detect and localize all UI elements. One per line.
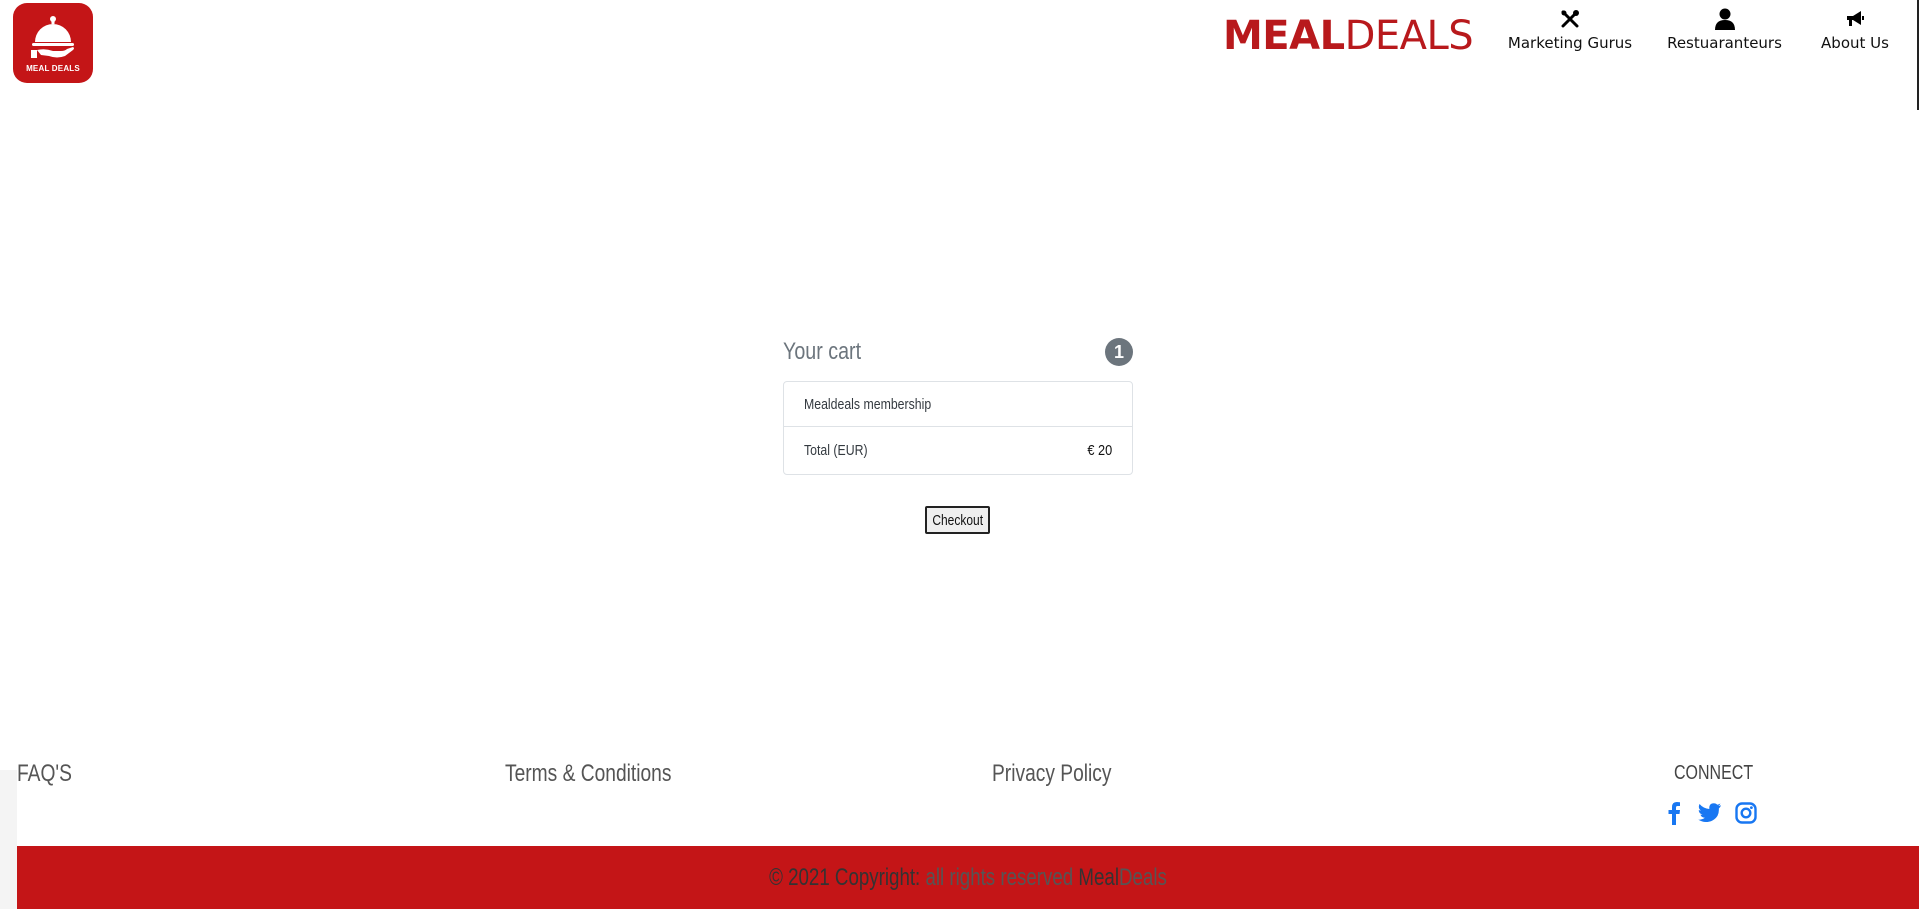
copyright-middle: all rights reserved [925,863,1074,891]
logo-text: MEAL DEALS [26,63,80,73]
nav-label: Marketing Gurus [1507,34,1633,52]
megaphone-icon [1845,8,1865,30]
cart-title: Your cart [783,338,862,365]
connect-heading: CONNECT [1674,762,1754,784]
social-links [1662,800,1758,826]
cart-total-value: € 20 [1087,442,1112,459]
facebook-icon[interactable] [1662,800,1686,826]
copyright-prefix: © 2021 Copyright: [769,863,921,891]
cart-item: Mealdeals membership [784,382,1132,426]
cloche-icon [31,15,74,58]
logo[interactable]: MEAL DEALS [13,3,93,83]
cart-total-row: Total (EUR) € 20 [784,426,1132,474]
cart-panel: Your cart 1 Mealdeals membership Total (… [783,335,1133,475]
brand-title[interactable]: MEALDEALS [1223,10,1474,62]
checkout-label: Checkout [932,511,983,529]
cart-total-label: Total (EUR) [804,442,868,459]
cart-count-badge: 1 [1105,338,1133,366]
nav-marketing-gurus[interactable]: Marketing Gurus [1505,8,1635,58]
checkout-button[interactable]: Checkout [925,506,990,534]
nav-about-us[interactable]: About Us [1810,8,1900,58]
footer-link-privacy[interactable]: Privacy Policy [992,760,1112,788]
nav-restuaranteurs[interactable]: Restuaranteurs [1667,8,1782,58]
twitter-icon[interactable] [1698,800,1722,826]
nav-label: Restuaranteurs [1667,34,1782,52]
tools-icon [1561,8,1579,30]
copyright-text: © 2021 Copyright: all rights reserved Me… [769,864,1167,892]
brand-part-meal: MEAL [1223,13,1345,59]
footer-link-terms[interactable]: Terms & Conditions [505,760,671,788]
copyright-brand-meal[interactable]: Meal [1078,864,1119,891]
cart-list: Mealdeals membership Total (EUR) € 20 [783,381,1133,475]
footer-link-faq[interactable]: FAQ'S [17,760,72,788]
user-icon [1714,8,1735,30]
nav-label: About Us [1821,34,1889,52]
copyright-bar: © 2021 Copyright: all rights reserved Me… [17,846,1919,909]
cart-item-name: Mealdeals membership [804,395,932,413]
cart-header: Your cart 1 [783,335,1133,369]
brand-part-deals: DEALS [1344,13,1474,59]
instagram-icon[interactable] [1734,800,1758,826]
left-edge [0,770,17,909]
copyright-brand-deals[interactable]: Deals [1119,864,1167,891]
